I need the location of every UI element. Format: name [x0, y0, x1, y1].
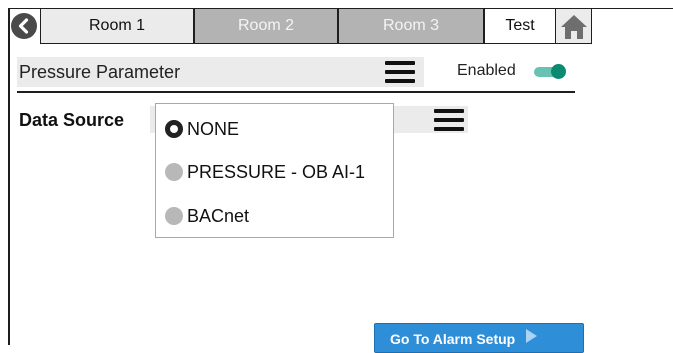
radio-unselected-icon: [165, 207, 183, 225]
radio-unselected-icon: [165, 163, 183, 181]
home-icon: [561, 15, 587, 39]
option-label: BACnet: [187, 205, 250, 226]
tab-room-2-label: Room 2: [237, 17, 295, 34]
tab-room-3-label: Room 3: [382, 17, 440, 34]
option-label: PRESSURE - OB AI-1: [187, 161, 366, 182]
data-source-dropdown: NONE PRESSURE - OB AI-1 BACnet: [155, 103, 394, 238]
left-frame-border: [8, 8, 10, 345]
option-label: NONE: [187, 118, 240, 139]
data-source-label: Data Source: [19, 110, 125, 130]
home-button[interactable]: [556, 8, 592, 44]
toggle-knob: [551, 64, 566, 79]
tab-test[interactable]: Test: [484, 8, 556, 44]
parameter-title: Pressure Parameter: [19, 62, 181, 82]
enabled-label: Enabled: [457, 62, 516, 79]
option-bacnet[interactable]: BACnet: [165, 204, 249, 228]
chevron-left-icon: [18, 18, 29, 34]
parameter-menu-icon[interactable]: [385, 61, 415, 83]
back-button[interactable]: [11, 13, 37, 39]
tab-bar: Room 1 Room 2 Room 3 Test: [8, 8, 673, 44]
enabled-toggle[interactable]: [534, 64, 566, 79]
option-none[interactable]: NONE: [165, 117, 239, 141]
option-pressure-ob-ai-1[interactable]: PRESSURE - OB AI-1: [165, 160, 365, 184]
tab-test-label: Test: [505, 17, 535, 34]
data-source-menu-icon[interactable]: [434, 109, 464, 131]
tab-room-2[interactable]: Room 2: [194, 8, 338, 44]
go-to-alarm-setup-button[interactable]: Go To Alarm Setup: [374, 323, 584, 353]
tab-room-1-label: Room 1: [88, 17, 146, 34]
tab-room-3[interactable]: Room 3: [338, 8, 484, 44]
parameter-header: Pressure Parameter: [17, 57, 424, 87]
section-divider: [17, 91, 575, 93]
tab-room-1[interactable]: Room 1: [40, 8, 194, 44]
radio-selected-icon: [165, 120, 183, 138]
arrow-right-icon: [526, 329, 537, 343]
